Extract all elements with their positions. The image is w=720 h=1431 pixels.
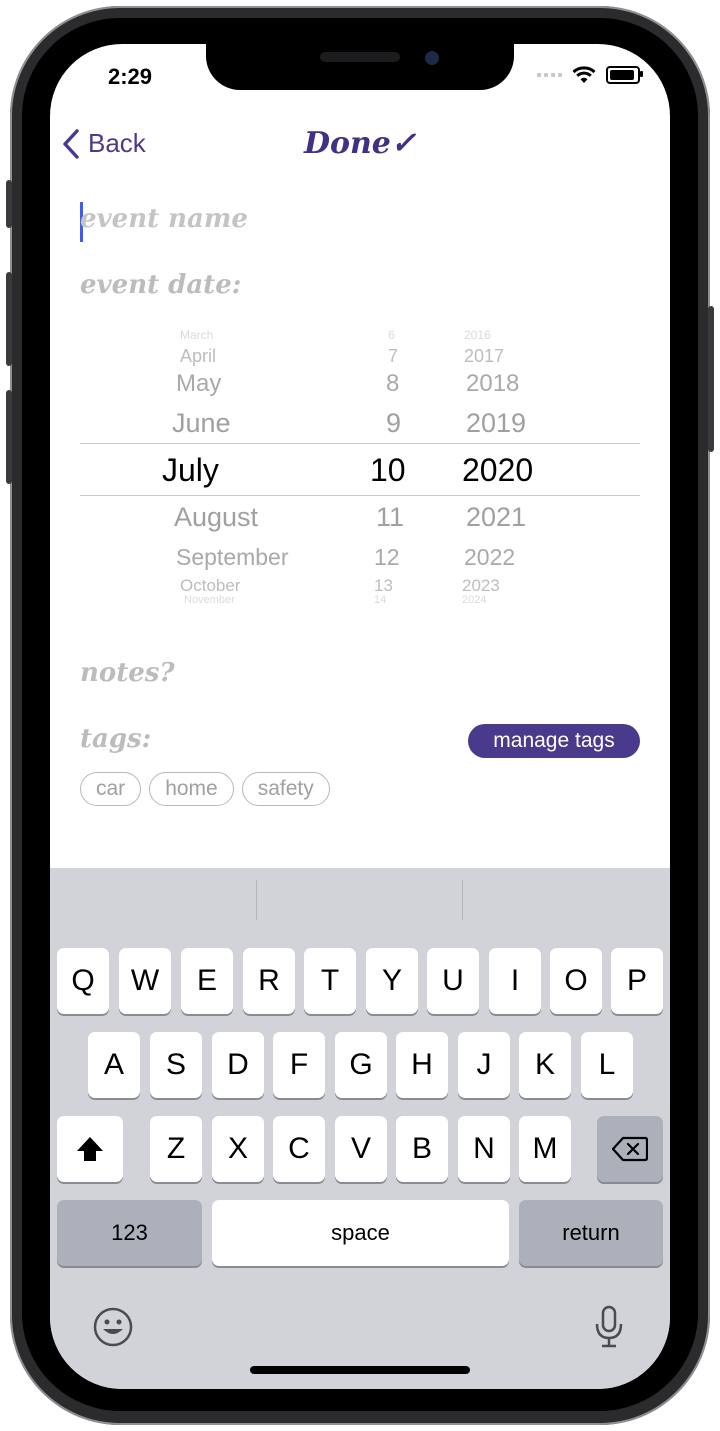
picker-month-item[interactable]: March xyxy=(180,328,213,342)
suggestion-divider xyxy=(462,880,463,920)
navigation-bar: Back Done✓ xyxy=(50,122,670,170)
suggestion-divider xyxy=(256,880,257,920)
picker-day-item[interactable]: 12 xyxy=(374,544,400,571)
shift-icon xyxy=(77,1137,103,1161)
picker-year-item[interactable]: 2017 xyxy=(464,346,504,367)
return-key[interactable]: return xyxy=(519,1200,663,1266)
key-a[interactable]: A xyxy=(88,1032,140,1098)
key-s[interactable]: S xyxy=(150,1032,202,1098)
done-button[interactable]: Done✓ xyxy=(50,126,670,161)
tags-list: car home safety xyxy=(80,772,330,806)
tag-chip[interactable]: safety xyxy=(241,772,330,806)
picker-day-item[interactable]: 6 xyxy=(388,328,395,342)
side-button-mute xyxy=(6,180,12,228)
key-q[interactable]: Q xyxy=(57,948,109,1014)
key-r[interactable]: R xyxy=(243,948,295,1014)
cellular-signal-icon xyxy=(537,73,562,77)
picker-year-item[interactable]: 2021 xyxy=(466,502,526,533)
key-x[interactable]: X xyxy=(212,1116,264,1182)
picker-day-selected[interactable]: 10 xyxy=(370,452,406,489)
picker-month-item[interactable]: September xyxy=(176,544,289,571)
key-m[interactable]: M xyxy=(519,1116,571,1182)
picker-day-item[interactable]: 14 xyxy=(374,594,386,606)
microphone-icon[interactable] xyxy=(592,1304,626,1350)
side-button-volume-down xyxy=(6,390,12,484)
key-z[interactable]: Z xyxy=(150,1116,202,1182)
event-date-label: event date: xyxy=(80,270,242,300)
status-time: 2:29 xyxy=(108,64,153,89)
key-o[interactable]: O xyxy=(550,948,602,1014)
picker-day-item[interactable]: 8 xyxy=(386,370,399,398)
key-y[interactable]: Y xyxy=(366,948,418,1014)
key-g[interactable]: G xyxy=(335,1032,387,1098)
tags-label: tags: xyxy=(80,724,152,754)
event-name-input[interactable]: event name xyxy=(80,204,248,234)
picker-month-item[interactable]: August xyxy=(174,502,258,533)
key-t[interactable]: T xyxy=(304,948,356,1014)
picker-day-item[interactable]: 11 xyxy=(376,502,404,533)
picker-year-item[interactable]: 2023 xyxy=(462,576,500,596)
key-e[interactable]: E xyxy=(181,948,233,1014)
key-k[interactable]: K xyxy=(519,1032,571,1098)
picker-day-item[interactable]: 9 xyxy=(386,408,401,439)
screen: 2:29 Back Done✓ event name event date: M… xyxy=(50,44,670,1389)
numbers-key[interactable]: 123 xyxy=(57,1200,202,1266)
picker-selection-top-line xyxy=(80,443,640,444)
key-j[interactable]: J xyxy=(458,1032,510,1098)
status-icons xyxy=(537,66,643,84)
picker-year-item[interactable]: 2024 xyxy=(462,594,486,606)
tag-chip[interactable]: home xyxy=(149,772,234,806)
front-camera xyxy=(425,51,439,65)
picker-month-selected[interactable]: July xyxy=(162,452,219,489)
space-key[interactable]: space xyxy=(212,1200,509,1266)
key-c[interactable]: C xyxy=(273,1116,325,1182)
picker-year-item[interactable]: 2018 xyxy=(466,370,519,398)
picker-year-item[interactable]: 2022 xyxy=(464,544,515,571)
keyboard: Q W E R T Y U I O P A S D F G H J K L Z … xyxy=(50,868,670,1389)
earpiece-speaker xyxy=(320,52,400,62)
home-indicator[interactable] xyxy=(250,1366,470,1374)
tag-chip[interactable]: car xyxy=(80,772,142,806)
emoji-icon[interactable] xyxy=(92,1306,134,1348)
picker-day-item[interactable]: 13 xyxy=(374,576,393,596)
battery-icon xyxy=(606,66,643,84)
picker-month-item[interactable]: June xyxy=(172,408,231,439)
key-f[interactable]: F xyxy=(273,1032,325,1098)
wifi-icon xyxy=(572,66,596,83)
key-d[interactable]: D xyxy=(212,1032,264,1098)
backspace-icon xyxy=(612,1136,648,1162)
picker-day-item[interactable]: 7 xyxy=(388,346,398,367)
picker-month-item[interactable]: April xyxy=(180,346,216,367)
picker-month-item[interactable]: November xyxy=(184,594,235,606)
notch xyxy=(206,44,514,90)
picker-selection-bottom-line xyxy=(80,495,640,496)
key-i[interactable]: I xyxy=(489,948,541,1014)
key-v[interactable]: V xyxy=(335,1116,387,1182)
picker-year-selected[interactable]: 2020 xyxy=(462,452,533,489)
picker-year-item[interactable]: 2019 xyxy=(466,408,526,439)
picker-year-item[interactable]: 2016 xyxy=(464,328,491,342)
key-b[interactable]: B xyxy=(396,1116,448,1182)
key-l[interactable]: L xyxy=(581,1032,633,1098)
manage-tags-button[interactable]: manage tags xyxy=(468,724,640,758)
notes-input[interactable]: notes? xyxy=(80,658,175,688)
shift-key[interactable] xyxy=(57,1116,123,1182)
key-n[interactable]: N xyxy=(458,1116,510,1182)
picker-month-item[interactable]: May xyxy=(176,370,221,398)
delete-key[interactable] xyxy=(597,1116,663,1182)
key-p[interactable]: P xyxy=(611,948,663,1014)
side-button-power xyxy=(708,306,714,452)
date-picker[interactable]: March April May June July August Septemb… xyxy=(80,328,640,606)
side-button-volume-up xyxy=(6,272,12,366)
key-w[interactable]: W xyxy=(119,948,171,1014)
key-h[interactable]: H xyxy=(396,1032,448,1098)
picker-month-item[interactable]: October xyxy=(180,576,240,596)
key-u[interactable]: U xyxy=(427,948,479,1014)
